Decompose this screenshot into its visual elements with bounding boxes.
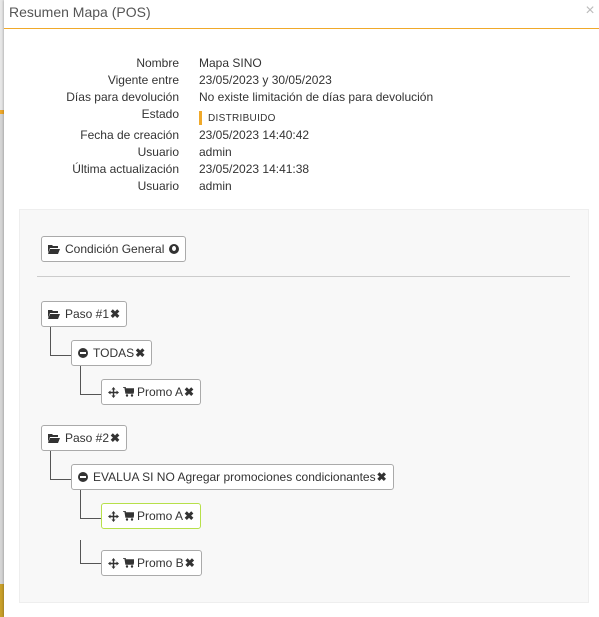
promo-node-2a[interactable]: Promo A ✖ (101, 503, 202, 529)
detail-label: Usuario (137, 179, 179, 193)
remove-icon[interactable]: ✖ (184, 385, 194, 399)
step-node-1[interactable]: Paso #1 ✖ (41, 301, 128, 327)
general-condition-label: Condición General (65, 242, 165, 256)
promo-label: Promo A (137, 509, 184, 523)
detail-value: 23/05/2023 y 30/05/2023 (199, 73, 332, 87)
remove-icon[interactable]: ✖ (110, 307, 120, 321)
shopping-cart-icon (123, 511, 134, 521)
promo-node-2b[interactable]: Promo B ✖ (101, 550, 202, 576)
detail-value: admin (199, 179, 232, 193)
map-tree-panel: Condición General Paso #1 ✖ TODAS ✖ Prom… (19, 209, 589, 603)
detail-row-validity: Vigente entre 23/05/2023 y 30/05/2023 (4, 73, 599, 90)
promo-node-1a[interactable]: Promo A ✖ (101, 379, 202, 405)
detail-label: Usuario (137, 145, 179, 159)
detail-label: Fecha de creación (80, 128, 179, 142)
tree-divider (37, 276, 570, 277)
remove-icon[interactable]: ✖ (185, 556, 195, 570)
detail-row-return-days: Días para devolución No existe limitació… (4, 90, 599, 107)
minus-circle-icon (78, 348, 88, 358)
detail-row-created: Fecha de creación 23/05/2023 14:40:42 (4, 128, 599, 145)
detail-row-name: Nombre Mapa SINO (4, 56, 599, 73)
folder-open-icon (48, 433, 60, 443)
remove-icon[interactable]: ✖ (377, 470, 387, 484)
step-label: Paso #1 (65, 307, 110, 321)
move-arrows-icon[interactable] (108, 557, 119, 569)
modal-title: Resumen Mapa (POS) (9, 4, 151, 20)
move-arrows-icon[interactable] (108, 386, 119, 398)
detail-label: Vigente entre (107, 73, 179, 87)
step-label: Paso #2 (65, 431, 110, 445)
general-condition-node[interactable]: Condición General (41, 236, 187, 262)
globe-icon (169, 244, 180, 254)
status-badge: DISTRIBUIDO (199, 111, 276, 125)
promo-label: Promo A (137, 385, 184, 399)
remove-icon[interactable]: ✖ (110, 431, 120, 445)
condition-node-1[interactable]: TODAS ✖ (71, 340, 153, 366)
minus-circle-icon (78, 472, 88, 482)
condition-node-2[interactable]: EVALUA SI NO Agregar promociones condici… (71, 464, 394, 490)
detail-value: No existe limitación de días para devolu… (199, 90, 434, 104)
condition-label: EVALUA SI NO Agregar promociones condici… (93, 470, 376, 484)
summary-modal: Resumen Mapa (POS) × Nombre Mapa SINO Vi… (4, 0, 599, 617)
detail-label: Estado (141, 107, 179, 121)
detail-label: Nombre (136, 56, 179, 70)
modal-header: Resumen Mapa (POS) × (4, 0, 599, 29)
step-node-2[interactable]: Paso #2 ✖ (41, 425, 128, 451)
detail-value: 23/05/2023 14:40:42 (199, 128, 310, 142)
detail-value: admin (199, 145, 232, 159)
detail-value: Mapa SINO (199, 56, 262, 70)
move-arrows-icon[interactable] (108, 510, 119, 522)
detail-row-created-user: Usuario admin (4, 145, 599, 162)
detail-label: Días para devolución (66, 90, 179, 104)
shopping-cart-icon (123, 558, 134, 568)
detail-value: DISTRIBUIDO (199, 110, 276, 125)
detail-row-updated: Última actualización 23/05/2023 14:41:38 (4, 162, 599, 179)
close-button[interactable]: × (583, 3, 597, 19)
details-list: Nombre Mapa SINO Vigente entre 23/05/202… (4, 56, 599, 196)
detail-row-status: Estado DISTRIBUIDO (4, 107, 599, 128)
remove-icon[interactable]: ✖ (184, 509, 194, 523)
folder-open-icon (48, 244, 60, 254)
detail-row-updated-user: Usuario admin (4, 179, 599, 196)
remove-icon[interactable]: ✖ (135, 346, 145, 360)
promo-label: Promo B (137, 556, 184, 570)
shopping-cart-icon (123, 387, 134, 397)
folder-open-icon (48, 309, 60, 319)
condition-label: TODAS (93, 346, 135, 360)
detail-value: 23/05/2023 14:41:38 (199, 162, 310, 176)
detail-label: Última actualización (72, 162, 179, 176)
